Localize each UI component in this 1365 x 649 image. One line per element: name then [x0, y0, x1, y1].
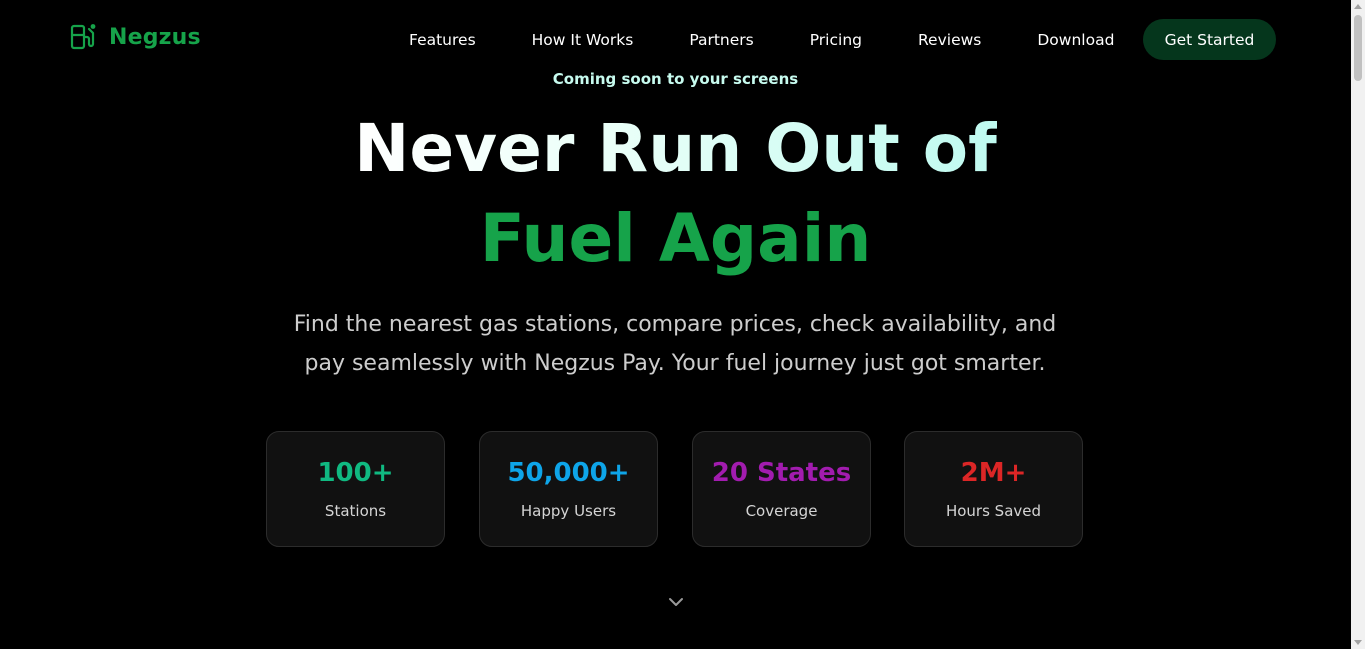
- stat-value: 100+: [317, 458, 394, 488]
- stat-card-hours-saved: 2M+ Hours Saved: [904, 431, 1083, 547]
- chevron-down-icon[interactable]: [667, 595, 685, 609]
- nav-link-download[interactable]: Download: [1037, 31, 1114, 49]
- stat-card-stations: 100+ Stations: [266, 431, 445, 547]
- brand-logo[interactable]: Negzus: [69, 22, 201, 52]
- stat-card-happy-users: 50,000+ Happy Users: [479, 431, 658, 547]
- scroll-up-arrow-icon[interactable]: [1354, 4, 1362, 9]
- stat-card-coverage: 20 States Coverage: [692, 431, 871, 547]
- stat-value: 20 States: [711, 458, 852, 488]
- fuel-pump-icon: [70, 24, 96, 50]
- landing-page: Negzus Features How It Works Partners Pr…: [0, 0, 1365, 649]
- stat-value: 50,000+: [507, 458, 630, 488]
- nav-link-features[interactable]: Features: [409, 31, 476, 49]
- nav-link-pricing[interactable]: Pricing: [810, 31, 862, 49]
- page-scrollbar[interactable]: [1351, 0, 1365, 649]
- brand-name: Negzus: [109, 24, 201, 50]
- stat-label: Coverage: [745, 502, 818, 520]
- hero-subtitle: Find the nearest gas stations, compare p…: [293, 312, 1057, 376]
- stat-label: Hours Saved: [945, 502, 1042, 520]
- nav-link-partners[interactable]: Partners: [689, 31, 753, 49]
- hero-headline: Never Run Out of Fuel Again: [0, 104, 1351, 284]
- headline-line-1: Never Run Out of: [354, 104, 997, 194]
- stat-label: Happy Users: [520, 502, 617, 520]
- get-started-button[interactable]: Get Started: [1143, 19, 1276, 60]
- hero-eyebrow: Coming soon to your screens: [552, 70, 799, 88]
- nav-link-how-it-works[interactable]: How It Works: [532, 31, 634, 49]
- main-nav: Features How It Works Partners Pricing R…: [381, 20, 1142, 60]
- scrollbar-thumb[interactable]: [1354, 15, 1362, 81]
- headline-line-2: Fuel Again: [479, 200, 872, 277]
- stat-label: Stations: [324, 502, 387, 520]
- stat-value: 2M+: [960, 458, 1027, 488]
- scroll-down-arrow-icon[interactable]: [1354, 640, 1362, 645]
- nav-link-reviews[interactable]: Reviews: [918, 31, 981, 49]
